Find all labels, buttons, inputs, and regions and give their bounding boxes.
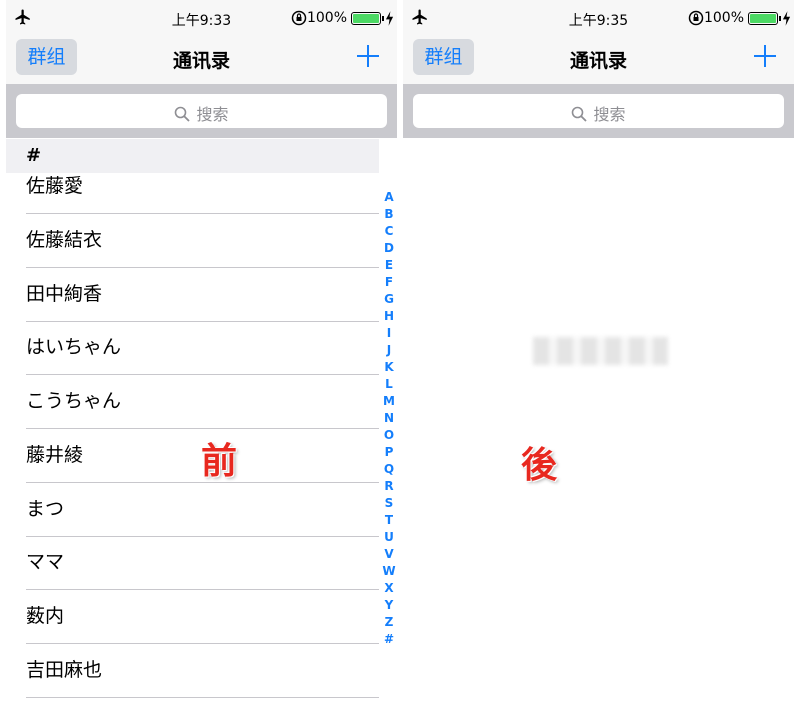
divider [26, 428, 379, 429]
divider [26, 374, 379, 375]
search-input[interactable]: 搜索 [413, 94, 784, 128]
index-letter[interactable]: # [382, 631, 396, 648]
index-letter[interactable]: Q [382, 461, 396, 478]
after-label: 後 [521, 445, 558, 486]
index-letter[interactable]: K [382, 359, 396, 376]
contact-row[interactable]: 薮内 [26, 606, 379, 660]
page-title: 通讯录 [569, 50, 627, 72]
index-letter[interactable]: J [382, 342, 396, 359]
page-title: 通讯录 [172, 50, 230, 72]
index-letter[interactable]: U [382, 529, 396, 546]
index-letter[interactable]: E [382, 257, 396, 274]
contact-name: 藤井綾 [26, 444, 84, 466]
index-letter[interactable]: T [382, 512, 396, 529]
divider [26, 267, 379, 268]
charging-bolt-icon [385, 11, 394, 26]
top-bar: 上午9:35 100% 群组 通讯录 [403, 0, 794, 84]
index-letter[interactable]: P [382, 444, 396, 461]
divider [26, 697, 379, 698]
rotation-lock-icon [291, 10, 307, 26]
search-input[interactable]: 搜索 [16, 94, 387, 128]
index-letter[interactable]: Z [382, 614, 396, 631]
alphabet-index[interactable]: A B C D E F G H I J K L M N O P Q R S T U V W X Y Z # [382, 189, 396, 648]
contact-row[interactable]: まつ [26, 499, 379, 553]
battery-icon [351, 12, 381, 25]
divider [26, 536, 379, 537]
battery-percent: 100% [703, 10, 744, 26]
status-bar: 上午9:33 100% [6, 0, 397, 36]
contact-name: 吉田麻也 [26, 659, 103, 681]
index-letter[interactable]: W [382, 563, 396, 580]
index-letter[interactable]: L [382, 376, 396, 393]
index-letter[interactable]: N [382, 410, 396, 427]
search-area: 搜索 [403, 84, 794, 138]
index-letter[interactable]: V [382, 546, 396, 563]
phone-before: 上午9:33 100% 群组 通讯录 搜索 # 佐藤愛 佐藤結衣 田中絢香 はい… [6, 0, 397, 705]
contact-name: 佐藤愛 [26, 175, 84, 197]
divider [26, 213, 379, 214]
plus-icon[interactable] [356, 44, 380, 68]
before-label: 前 [201, 441, 238, 482]
search-icon [572, 106, 588, 122]
search-placeholder: 搜索 [593, 105, 626, 124]
contact-row[interactable]: はいちゃん [26, 337, 379, 391]
battery-icon [748, 12, 778, 25]
divider [26, 321, 379, 322]
index-letter[interactable]: B [382, 206, 396, 223]
contact-name: はいちゃん [26, 336, 122, 358]
contact-name: 佐藤結衣 [26, 229, 103, 251]
index-letter[interactable]: X [382, 580, 396, 597]
status-bar: 上午9:35 100% [403, 0, 794, 36]
battery-nub [779, 16, 781, 21]
index-letter[interactable]: O [382, 427, 396, 444]
index-letter[interactable]: D [382, 240, 396, 257]
battery-nub [382, 16, 384, 21]
search-placeholder: 搜索 [196, 105, 229, 124]
index-letter[interactable]: M [382, 393, 396, 410]
charging-bolt-icon [782, 11, 791, 26]
contact-name: こうちゃん [26, 390, 122, 412]
index-letter[interactable]: I [382, 325, 396, 342]
battery-percent: 100% [306, 10, 347, 26]
index-letter[interactable]: C [382, 223, 396, 240]
index-letter[interactable]: G [382, 291, 396, 308]
index-letter[interactable]: Y [382, 597, 396, 614]
section-header: # [6, 139, 379, 173]
search-icon [175, 106, 191, 122]
rotation-lock-icon [688, 10, 704, 26]
contact-row[interactable]: 佐藤愛 [26, 176, 379, 230]
divider [26, 643, 379, 644]
search-area: 搜索 [6, 84, 397, 138]
contact-row[interactable]: 佐藤結衣 [26, 230, 379, 284]
plus-icon[interactable] [753, 44, 777, 68]
contact-name: 田中絢香 [26, 283, 103, 305]
index-letter[interactable]: H [382, 308, 396, 325]
contact-row[interactable]: 吉田麻也 [26, 660, 379, 705]
index-letter[interactable]: S [382, 495, 396, 512]
phone-after: 上午9:35 100% 群组 通讯录 搜索 [403, 0, 794, 705]
index-letter[interactable]: F [382, 274, 396, 291]
index-letter[interactable]: R [382, 478, 396, 495]
contact-name: まつ [26, 498, 65, 520]
contact-row[interactable]: 田中絢香 [26, 284, 379, 338]
contact-row[interactable]: ママ [26, 552, 379, 606]
top-bar: 上午9:33 100% 群组 通讯录 [6, 0, 397, 84]
blurred-placeholder [533, 337, 668, 365]
contact-name: ママ [26, 551, 65, 573]
contact-name: 薮内 [26, 605, 65, 627]
divider [26, 589, 379, 590]
index-letter[interactable]: A [382, 189, 396, 206]
